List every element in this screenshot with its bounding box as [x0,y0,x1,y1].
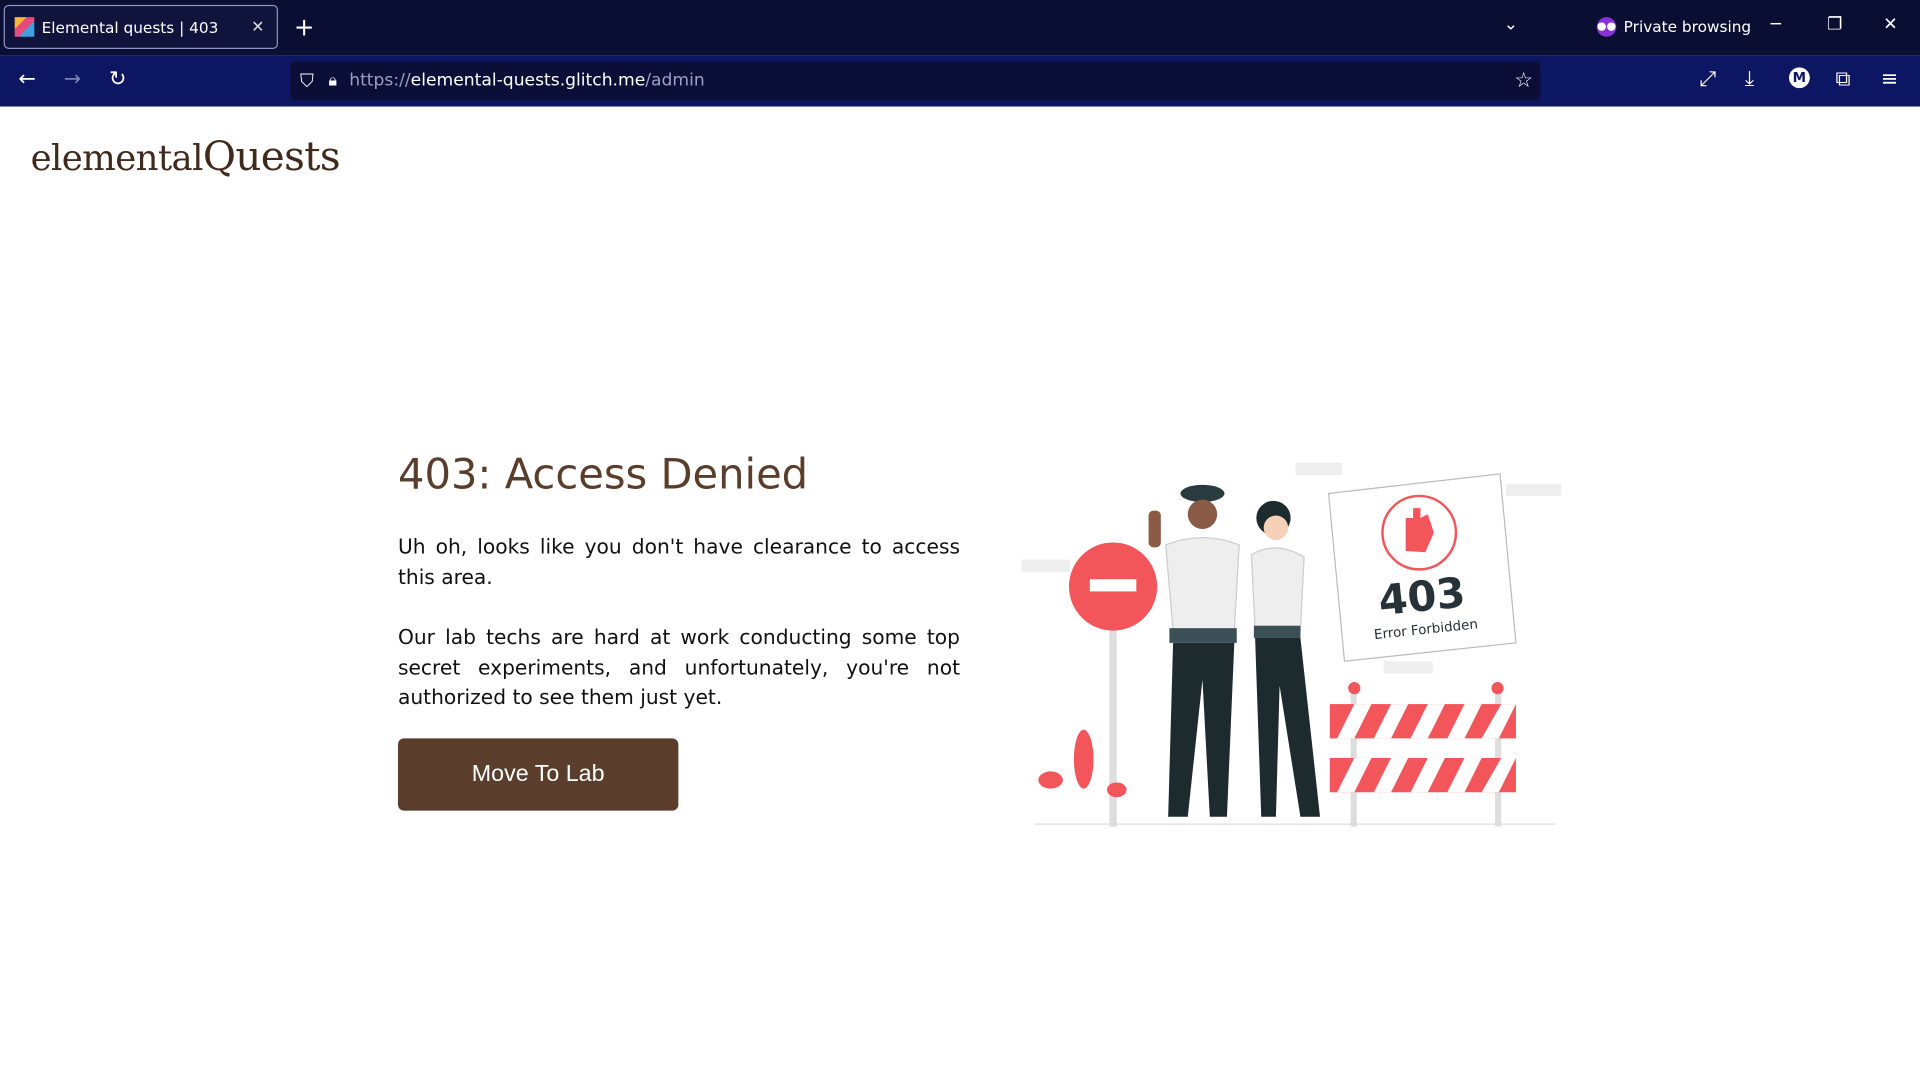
forward-button[interactable]: → [64,67,81,91]
intro-paragraph: Uh oh, looks like you don't have clearan… [397,535,961,589]
address-bar[interactable]: ⛉ 🔒︎ https://elemental-quests.glitch.me /… [290,61,1541,101]
barrier-icon [1329,682,1516,827]
favicon-icon [14,17,35,37]
url-scheme: https:// [349,71,411,91]
restore-button[interactable]: ❐ [1827,15,1842,35]
guard-male-icon [1148,484,1240,817]
logo-text-2: Quests [202,132,341,181]
new-tab-button[interactable]: + [294,12,315,41]
downloads-icon[interactable]: ⤓ [1745,67,1754,91]
private-browsing-label: Private browsing [1623,17,1752,36]
bookmark-star-icon[interactable]: ☆ [1514,69,1533,93]
page-title: 403: Access Denied [397,450,809,500]
tab-title: Elemental quests | 403 [41,17,219,37]
back-button[interactable]: ← [18,67,35,91]
guard-female-icon [1250,500,1321,817]
active-tab[interactable]: Elemental quests | 403 ✕ [3,4,278,49]
url-host: elemental-quests.glitch.me [410,71,646,91]
account-avatar-icon[interactable]: M [1788,67,1810,89]
close-window-button[interactable]: ✕ [1883,15,1897,35]
shield-icon[interactable]: ⛉ [300,70,314,92]
logo-text-1: elemental [30,137,204,179]
lock-icon[interactable]: 🔒︎ [328,72,336,90]
extensions-icon[interactable]: ⧉ [1836,67,1851,91]
site-logo[interactable]: elementalQuests [30,132,341,181]
close-tab-icon[interactable]: ✕ [251,18,264,36]
private-browsing-icon: ●● [1596,17,1617,37]
403-forbidden-illustration: 403 Error Forbidden [1021,462,1562,827]
list-tabs-chevron-icon[interactable]: ⌄ [1504,15,1518,35]
menu-icon[interactable]: ≡ [1881,67,1898,91]
fullscreen-icon[interactable]: ⤢ [1700,67,1717,91]
tab-strip: Elemental quests | 403 ✕ + ⌄ ●● Private … [0,0,1920,56]
403-sign-board: 403 Error Forbidden [1327,473,1517,662]
nav-toolbar: ← → ↻ ⛉ 🔒︎ https://elemental-quests.glit… [0,55,1920,107]
move-to-lab-button[interactable]: Move To Lab [397,738,679,811]
reload-button[interactable]: ↻ [109,67,126,91]
minimize-button[interactable]: ─ [1771,15,1781,35]
sign-code: 403 [1376,567,1468,625]
explanation-paragraph: Our lab techs are hard at work conductin… [397,625,961,709]
url-path: /admin [645,71,705,91]
